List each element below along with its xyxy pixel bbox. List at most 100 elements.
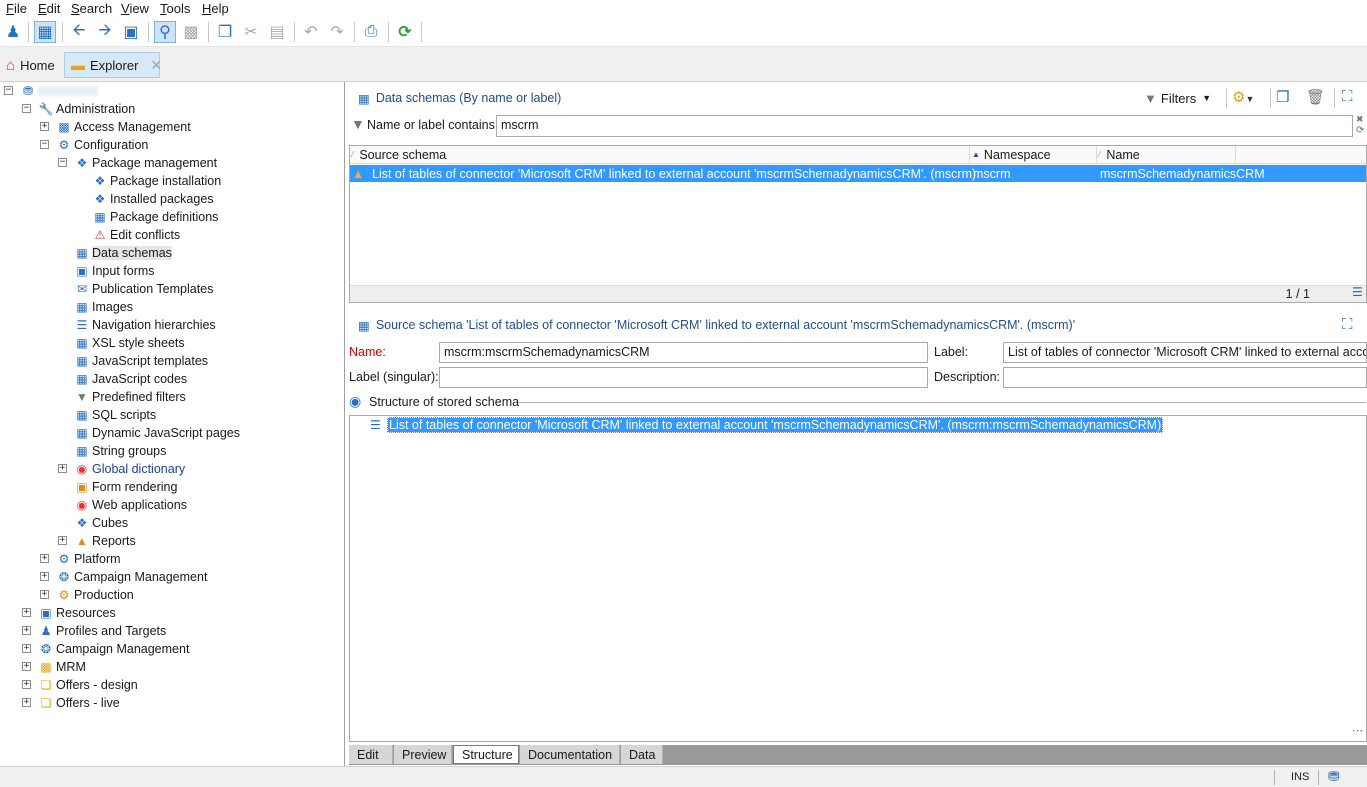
menu-help[interactable]: Help [202,1,229,16]
tree-item-campaign-management-admin[interactable]: ❂ Campaign Management [56,568,207,586]
expand-toggle[interactable]: + [22,698,31,707]
expand-toggle[interactable]: + [22,680,31,689]
tree-item-edit-conflicts[interactable]: ⚠ Edit conflicts [92,226,181,244]
expand-toggle[interactable]: + [40,590,49,599]
tree-item-campaign-management[interactable]: ❂ Campaign Management [38,640,189,658]
folder-icon[interactable]: ▩ [180,21,202,43]
database-status-icon[interactable]: ⛃ [1328,768,1340,785]
tree-item-publication-templates[interactable]: ✉ Publication Templates [74,280,213,298]
expand-toggle[interactable]: + [40,572,49,581]
column-header-name[interactable]: ⁄ Name [1099,146,1235,163]
collapse-toggle[interactable]: − [40,140,49,149]
tab-preview[interactable]: Preview [394,745,452,764]
name-filter-input[interactable]: mscrm [496,115,1353,137]
tree-item-package-definitions[interactable]: ▦ Package definitions [92,208,218,226]
tab-edit[interactable]: Edit [349,745,393,764]
menu-file[interactable]: File [6,1,27,16]
forward-arrow-icon[interactable]: 🡪 [94,21,116,43]
back-arrow-icon[interactable]: 🡨 [68,21,90,43]
tree-item-input-forms[interactable]: ▣ Input forms [74,262,154,280]
tab-explorer[interactable]: ▬ Explorer ✕ [64,52,162,78]
tree-item-navigation-hierarchies[interactable]: ☰ Navigation hierarchies [74,316,216,334]
collapse-toggle[interactable]: − [58,158,67,167]
tree-item-package-installation[interactable]: ❖ Package installation [92,172,222,190]
collapse-toggle[interactable]: − [22,104,31,113]
tree-item-mrm[interactable]: ▩ MRM [38,658,86,676]
search-panel-icon[interactable]: ⚲ [154,21,176,43]
tab-structure[interactable]: Structure [453,745,519,764]
tree-item-string-groups[interactable]: ▦ String groups [74,442,166,460]
connect-icon[interactable]: ♟ [2,21,24,43]
explorer-view-icon[interactable]: ▦ [34,21,56,43]
tree-item-administration[interactable]: 🔧 Administration [38,100,136,118]
label-field[interactable]: List of tables of connector 'Microsoft C… [1003,342,1367,363]
tree-item-production[interactable]: ⚙ Production [56,586,134,604]
tree-item-profiles-targets[interactable]: ♟ Profiles and Targets [38,622,167,640]
maximize-detail-icon[interactable]: ⛶ [1342,316,1353,333]
expand-toggle[interactable]: + [40,554,49,563]
undo-icon[interactable]: ↶ [300,21,322,43]
tree-item-images[interactable]: ▦ Images [74,298,133,316]
print-icon[interactable]: ⎙ [360,21,382,43]
tree-item-web-applications[interactable]: ◉ Web applications [74,496,187,514]
tree-item-cubes[interactable]: ❖ Cubes [74,514,129,532]
menu-view[interactable]: View [121,1,149,16]
collapse-toggle[interactable]: − [4,86,13,95]
tree-item-access-management[interactable]: ▩ Access Management [56,118,190,136]
tree-item-xsl-style-sheets[interactable]: ▦ XSL style sheets [74,334,184,352]
expand-toggle[interactable]: + [22,626,31,635]
copy-icon[interactable]: ❐ [214,21,236,43]
tree-item-javascript-templates[interactable]: ▦ JavaScript templates [74,352,208,370]
name-field[interactable]: mscrm:mscrmSchemadynamicsCRM [439,342,928,363]
menu-search[interactable]: Search [71,1,112,16]
expand-toggle[interactable]: + [58,464,67,473]
refresh-filter-icon[interactable]: ⟳ [1356,125,1364,136]
clear-filter-icon[interactable]: ✖ [1356,114,1364,125]
tree-item-resources[interactable]: ▣ Resources [38,604,115,622]
column-header-namespace[interactable]: ▲ Namespace [972,146,1098,163]
column-header-source-schema[interactable]: ⁄ Source schema [352,146,970,163]
redo-icon[interactable]: ↷ [326,21,348,43]
expand-toggle[interactable]: + [22,608,31,617]
description-field[interactable] [1003,367,1367,388]
tree-item-offers-live[interactable]: ❏ Offers - live [38,694,120,712]
tab-home[interactable]: ⌂ Home [0,52,62,78]
delete-trash-icon[interactable]: 🗑 [1306,88,1325,106]
filters-button[interactable]: ▼ Filters ▼ [1144,88,1211,108]
tree-item-global-dictionary[interactable]: ◉ Global dictionary [74,460,185,478]
menu-edit[interactable]: Edit [38,1,60,16]
tree-item-javascript-codes[interactable]: ▦ JavaScript codes [74,370,187,388]
new-schema-icon[interactable]: ⚙▼ [1232,88,1254,106]
expand-toggle[interactable]: + [40,122,49,131]
cut-icon[interactable]: ✂ [240,21,262,43]
tree-item-offers-design[interactable]: ❏ Offers - design [38,676,138,694]
label-singular-field[interactable] [439,367,928,388]
expand-toggle[interactable]: + [22,644,31,653]
duplicate-icon[interactable]: ❐ [1276,88,1289,106]
tree-item-predefined-filters[interactable]: ▼ Predefined filters [74,388,186,406]
tab-data[interactable]: Data [621,745,663,764]
table-row[interactable]: ▲ List of tables of connector 'Microsoft… [350,165,1366,182]
list-menu-icon[interactable]: ☰ [1352,285,1363,299]
expand-toggle[interactable]: + [58,536,67,545]
tree-item-package-management[interactable]: ❖ Package management [74,154,217,172]
tree-item-configuration[interactable]: ⚙ Configuration [56,136,149,154]
menu-tools[interactable]: Tools [160,1,190,16]
tree-item-data-schemas[interactable]: ▦ Data schemas [74,244,172,262]
paste-icon[interactable]: ▤ [266,21,288,43]
structure-root-node[interactable]: List of tables of connector 'Microsoft C… [387,417,1164,433]
folder-up-icon[interactable]: ▣ [120,21,142,43]
tree-item-form-rendering[interactable]: ▣ Form rendering [74,478,177,496]
tab-documentation[interactable]: Documentation [520,745,620,764]
more-options-icon[interactable]: ⋯ [1352,724,1363,737]
tree-root[interactable]: ⛃ [20,82,98,100]
tree-item-reports[interactable]: ▲ Reports [74,532,136,550]
tree-item-installed-packages[interactable]: ❖ Installed packages [92,190,214,208]
close-tab-icon[interactable]: ✕ [150,57,162,74]
refresh-icon[interactable]: ⟳ [394,21,416,43]
tree-item-platform[interactable]: ⚙ Platform [56,550,121,568]
tree-item-dynamic-js-pages[interactable]: ▦ Dynamic JavaScript pages [74,424,240,442]
maximize-icon[interactable]: ⛶ [1342,88,1353,105]
expand-toggle[interactable]: + [22,662,31,671]
tree-item-sql-scripts[interactable]: ▦ SQL scripts [74,406,156,424]
